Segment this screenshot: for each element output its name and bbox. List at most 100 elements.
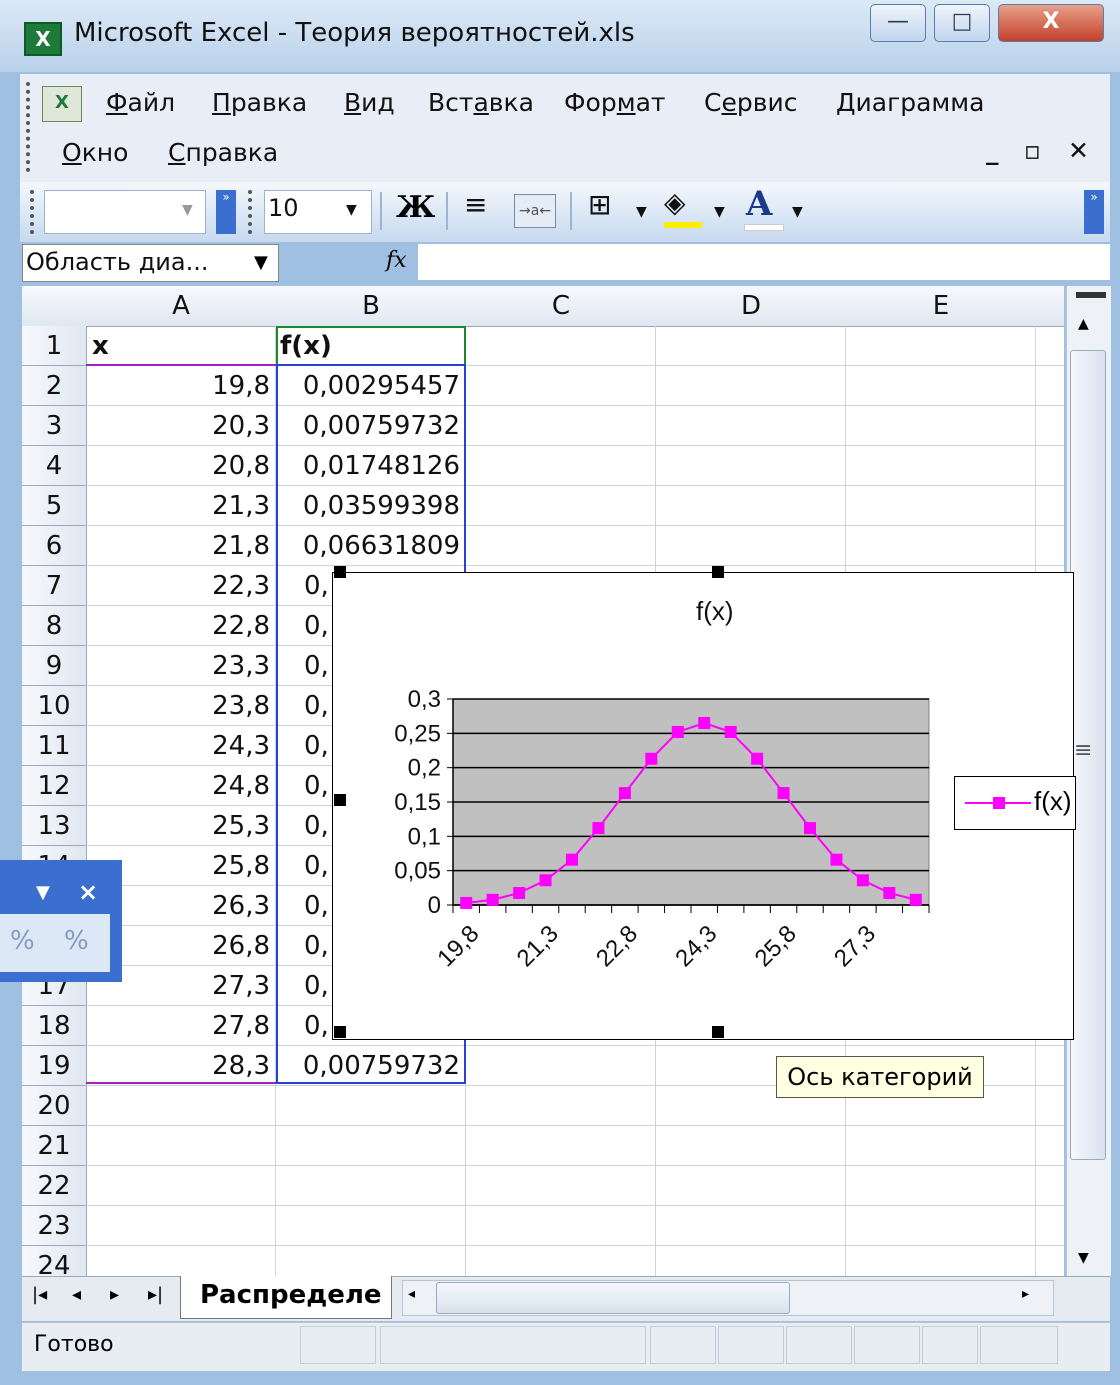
cell-a[interactable]: 20,8 [86, 446, 276, 486]
cell-a[interactable]: 24,8 [86, 766, 276, 806]
column-header-b[interactable]: B [276, 286, 467, 327]
cell-a[interactable]: 21,3 [86, 486, 276, 526]
fill-color-icon[interactable]: ◈ [664, 186, 686, 219]
toolbar-options-icon[interactable]: » [216, 190, 236, 234]
next-sheet-icon[interactable]: ▸ [110, 1284, 119, 1305]
row-header[interactable]: 11 [22, 726, 87, 766]
cell-a[interactable]: 22,8 [86, 606, 276, 646]
row-header[interactable]: 3 [22, 406, 87, 446]
scroll-down-icon[interactable]: ▼ [1078, 1250, 1089, 1266]
row-header[interactable]: 9 [22, 646, 87, 686]
menu-edit[interactable]: Правка [212, 88, 307, 117]
chevron-down-icon[interactable]: ▼ [714, 204, 725, 220]
excel-doc-icon[interactable]: X [42, 86, 82, 122]
cell-a1[interactable]: x [92, 326, 272, 366]
last-sheet-icon[interactable]: ▸| [148, 1284, 163, 1305]
cell-a[interactable]: 20,3 [86, 406, 276, 446]
toolbar-grip-icon[interactable] [30, 190, 38, 234]
status-panel [650, 1326, 716, 1364]
column-header-d[interactable]: D [656, 286, 847, 327]
column-header-a[interactable]: A [86, 286, 277, 327]
prev-sheet-icon[interactable]: ◂ [72, 1284, 81, 1305]
cell-a[interactable]: 19,8 [86, 366, 276, 406]
cell-a[interactable]: 27,8 [86, 1006, 276, 1046]
row-header[interactable]: 1 [22, 326, 87, 366]
row-header[interactable]: 4 [22, 446, 87, 486]
cell-a[interactable]: 28,3 [86, 1046, 276, 1086]
doc-restore-icon[interactable]: ▫ [1024, 136, 1041, 165]
menu-window[interactable]: Окно [62, 138, 128, 167]
column-header-c[interactable]: C [466, 286, 657, 327]
row-header[interactable]: 20 [22, 1086, 87, 1126]
chevron-down-icon[interactable]: ▼ [182, 202, 193, 218]
toolbar-grip-icon[interactable] [26, 82, 34, 172]
cell-a[interactable]: 25,3 [86, 806, 276, 846]
menu-view[interactable]: Вид [344, 88, 395, 117]
menu-file[interactable]: Файл [106, 88, 175, 117]
resize-handle-icon[interactable] [334, 1026, 346, 1038]
row-header[interactable]: 13 [22, 806, 87, 846]
chevron-down-icon[interactable]: ▼ [636, 204, 647, 220]
chart-title[interactable]: f(x) [696, 596, 734, 627]
unlink-icon[interactable]: % [64, 926, 89, 956]
toolbar-options-icon[interactable]: » [1084, 190, 1104, 234]
row-header[interactable]: 5 [22, 486, 87, 526]
close-button[interactable]: X [998, 4, 1104, 42]
row-header[interactable]: 19 [22, 1046, 87, 1086]
row-header[interactable]: 10 [22, 686, 87, 726]
chevron-down-icon[interactable]: ▼ [254, 252, 268, 273]
scroll-left-icon[interactable]: ◂ [408, 1286, 415, 1302]
font-color-icon[interactable]: A [746, 184, 772, 224]
resize-handle-icon[interactable] [334, 794, 346, 806]
cell-a[interactable]: 23,3 [86, 646, 276, 686]
chevron-down-icon[interactable]: ▼ [346, 202, 357, 218]
row-header[interactable]: 2 [22, 366, 87, 406]
menu-chart[interactable]: Диаграмма [836, 88, 984, 117]
link-icon[interactable]: % [10, 926, 35, 956]
chevron-down-icon[interactable]: ▼ [36, 882, 50, 903]
resize-handle-icon[interactable] [334, 566, 346, 578]
row-header[interactable]: 6 [22, 526, 87, 566]
merge-center-icon[interactable]: →a← [514, 194, 556, 228]
formula-input[interactable] [418, 244, 1110, 280]
close-icon[interactable]: × [78, 878, 98, 906]
menu-format[interactable]: Формат [564, 88, 665, 117]
doc-minimize-icon[interactable]: _ [986, 136, 999, 165]
chevron-down-icon[interactable]: ▼ [792, 204, 803, 220]
maximize-button[interactable]: □ [934, 4, 990, 42]
align-center-icon[interactable]: ≡ [464, 188, 487, 221]
select-all-corner[interactable] [22, 286, 87, 327]
scroll-right-icon[interactable]: ▸ [1022, 1286, 1029, 1302]
row-header[interactable]: 8 [22, 606, 87, 646]
doc-close-icon[interactable]: ✕ [1068, 136, 1089, 165]
excel-icon[interactable]: X [24, 22, 62, 56]
row-header[interactable]: 7 [22, 566, 87, 606]
cell-a[interactable]: 21,8 [86, 526, 276, 566]
resize-handle-icon[interactable] [712, 566, 724, 578]
borders-icon[interactable]: ⊞ [588, 188, 611, 221]
cell-a[interactable]: 24,3 [86, 726, 276, 766]
split-handle-icon[interactable] [1076, 292, 1106, 298]
first-sheet-icon[interactable]: |◂ [32, 1284, 47, 1305]
column-header-e[interactable]: E [846, 286, 1037, 327]
menu-help[interactable]: Справка [168, 138, 278, 167]
font-size-value: 10 [268, 194, 299, 222]
menu-tools[interactable]: Сервис [704, 88, 797, 117]
resize-handle-icon[interactable] [712, 1026, 724, 1038]
menu-insert[interactable]: Вставка [428, 88, 534, 117]
row-header[interactable]: 22 [22, 1166, 87, 1206]
bold-button[interactable]: Ж [396, 190, 435, 225]
cell-a[interactable]: 22,3 [86, 566, 276, 606]
row-header[interactable]: 24 [22, 1246, 87, 1276]
insert-function-icon[interactable]: fx [386, 248, 407, 273]
row-header[interactable]: 23 [22, 1206, 87, 1246]
minimize-button[interactable]: — [870, 4, 926, 42]
column-header-f[interactable] [1036, 286, 1064, 327]
toolbar-grip-icon[interactable] [248, 190, 256, 234]
row-header[interactable]: 18 [22, 1006, 87, 1046]
cell-a[interactable]: 23,8 [86, 686, 276, 726]
scroll-up-icon[interactable]: ▲ [1078, 316, 1089, 332]
row-header[interactable]: 12 [22, 766, 87, 806]
horizontal-scroll-thumb[interactable] [436, 1282, 790, 1314]
row-header[interactable]: 21 [22, 1126, 87, 1166]
